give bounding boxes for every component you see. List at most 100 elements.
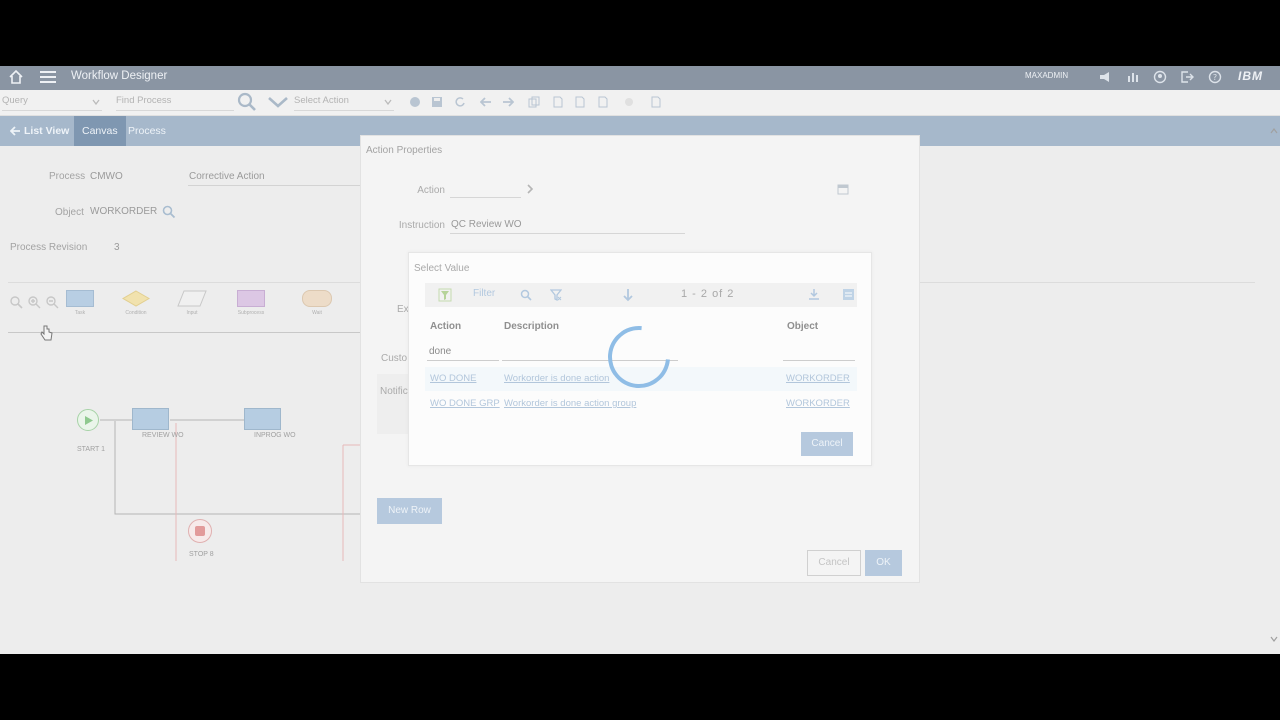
tab-process-label: Process <box>128 125 166 137</box>
tab-canvas-label: Canvas <box>82 125 118 137</box>
home-icon[interactable] <box>8 69 24 85</box>
hamburger-menu-icon[interactable] <box>40 70 56 84</box>
select-value-cancel-button[interactable]: Cancel <box>801 432 853 456</box>
chevron-right-icon[interactable] <box>526 184 534 194</box>
column-header-description[interactable]: Description <box>504 321 559 332</box>
action-filter-input[interactable] <box>427 360 499 361</box>
new-row-button[interactable]: New Row <box>377 498 442 524</box>
select-action-select[interactable]: Select Action <box>294 95 394 111</box>
process-label: Process <box>49 171 86 182</box>
column-header-action[interactable]: Action <box>430 321 461 332</box>
tab-canvas[interactable]: Canvas <box>74 116 126 146</box>
help-icon[interactable]: ? <box>1208 70 1222 84</box>
expression-label: Ex <box>397 304 409 315</box>
filter-link[interactable]: Filter <box>473 288 495 299</box>
svg-text:?: ? <box>1213 73 1217 82</box>
action-filter-value[interactable]: done <box>429 346 451 357</box>
scroll-up-icon[interactable] <box>1270 128 1278 134</box>
arrow-left-icon[interactable] <box>480 96 492 108</box>
sign-out-icon[interactable] <box>1180 70 1194 84</box>
process-description[interactable]: Corrective Action <box>189 171 265 182</box>
row-description[interactable]: Workorder is done action <box>504 373 609 384</box>
palette-wait-label: Wait <box>312 310 322 316</box>
disabled-tool-icon <box>625 98 633 106</box>
profile-icon[interactable] <box>1153 70 1167 84</box>
select-value-title: Select Value <box>414 263 470 274</box>
row-object[interactable]: WORKORDER <box>786 398 850 409</box>
row-object[interactable]: WORKORDER <box>786 373 850 384</box>
tab-list-view-label: List View <box>24 125 70 137</box>
palette-bottom-divider <box>8 332 360 333</box>
column-header-object[interactable]: Object <box>787 321 818 332</box>
page-scrollbar[interactable] <box>1268 126 1280 654</box>
hand-cursor-icon <box>40 325 53 341</box>
palette-subprocess-label: Subprocess <box>237 310 265 316</box>
search-icon[interactable] <box>520 289 532 301</box>
document-icon[interactable] <box>574 96 586 108</box>
find-process-input[interactable]: Find Process <box>116 95 234 111</box>
row-description[interactable]: Workorder is done action group <box>504 398 636 409</box>
settings-table-icon[interactable] <box>842 288 855 301</box>
review-wo-node[interactable] <box>132 408 169 430</box>
query-placeholder: Query <box>2 95 28 106</box>
search-icon[interactable] <box>237 92 257 112</box>
notification-label: Notific <box>380 386 408 397</box>
clear-filter-icon[interactable] <box>550 289 562 301</box>
select-action-placeholder: Select Action <box>294 95 349 106</box>
zoom-in-icon[interactable] <box>27 295 41 309</box>
subprocess-shape-icon <box>237 290 265 307</box>
query-select[interactable]: Query <box>2 95 102 111</box>
tab-process[interactable]: Process <box>120 116 174 146</box>
ok-button[interactable]: OK <box>865 550 902 576</box>
top-bar: Workflow Designer MAXADMIN ? IBM <box>0 66 1280 90</box>
row-action[interactable]: WO DONE <box>430 373 476 384</box>
workflow-connectors <box>100 419 360 561</box>
object-value[interactable]: WORKORDER <box>90 206 157 217</box>
play-icon <box>85 416 93 425</box>
notification-table-stub <box>377 374 409 434</box>
arrow-right-icon[interactable] <box>502 96 514 108</box>
refresh-icon[interactable] <box>454 96 466 108</box>
reports-icon[interactable] <box>1126 70 1140 84</box>
chevron-down-icon <box>384 99 392 105</box>
document-icon[interactable] <box>597 96 609 108</box>
cancel-button[interactable]: Cancel <box>807 550 861 576</box>
select-value-dialog: Select Value Filter 1 - 2 of 2 Action De… <box>408 252 872 466</box>
zoom-out-icon[interactable] <box>45 295 59 309</box>
inprog-wo-node[interactable] <box>244 408 281 430</box>
search-icon[interactable] <box>162 205 176 219</box>
user-name: MAXADMIN <box>1025 71 1069 80</box>
start-node[interactable] <box>77 409 99 431</box>
table-row[interactable]: WO DONE GRP Workorder is done action gro… <box>425 392 857 416</box>
row-action[interactable]: WO DONE GRP <box>430 398 500 409</box>
wait-shape-icon <box>302 290 332 307</box>
expand-chevron-icon[interactable] <box>267 96 289 108</box>
tab-list-view[interactable]: List View <box>2 116 77 146</box>
download-icon[interactable] <box>808 288 820 301</box>
palette-task[interactable]: Task <box>66 290 94 316</box>
action-field[interactable] <box>450 197 521 198</box>
run-icon[interactable] <box>409 96 421 108</box>
process-value[interactable]: CMWO <box>90 171 123 182</box>
document-icon[interactable] <box>552 96 564 108</box>
duplicate-icon[interactable] <box>528 96 540 108</box>
task-shape-icon <box>66 290 94 307</box>
calendar-icon[interactable] <box>837 183 849 195</box>
stop-node[interactable] <box>188 519 212 543</box>
palette-wait[interactable]: Wait <box>302 290 332 316</box>
inprog-wo-label: INPROG WO <box>254 432 296 439</box>
save-icon[interactable] <box>431 96 443 108</box>
bulletin-icon[interactable] <box>1098 70 1112 84</box>
scroll-down-icon[interactable] <box>1270 636 1278 642</box>
filter-icon[interactable] <box>438 288 452 302</box>
palette-condition-label: Condition <box>125 310 147 316</box>
revision-value: 3 <box>114 242 120 253</box>
object-filter-input[interactable] <box>783 360 855 361</box>
zoom-fit-icon[interactable] <box>9 295 23 309</box>
palette-condition[interactable]: Condition <box>121 290 151 316</box>
palette-input[interactable]: Input <box>177 290 207 316</box>
arrow-down-icon[interactable] <box>622 288 634 302</box>
document-icon[interactable] <box>650 96 662 108</box>
instruction-value[interactable]: QC Review WO <box>451 219 522 230</box>
palette-subprocess[interactable]: Subprocess <box>237 290 265 316</box>
